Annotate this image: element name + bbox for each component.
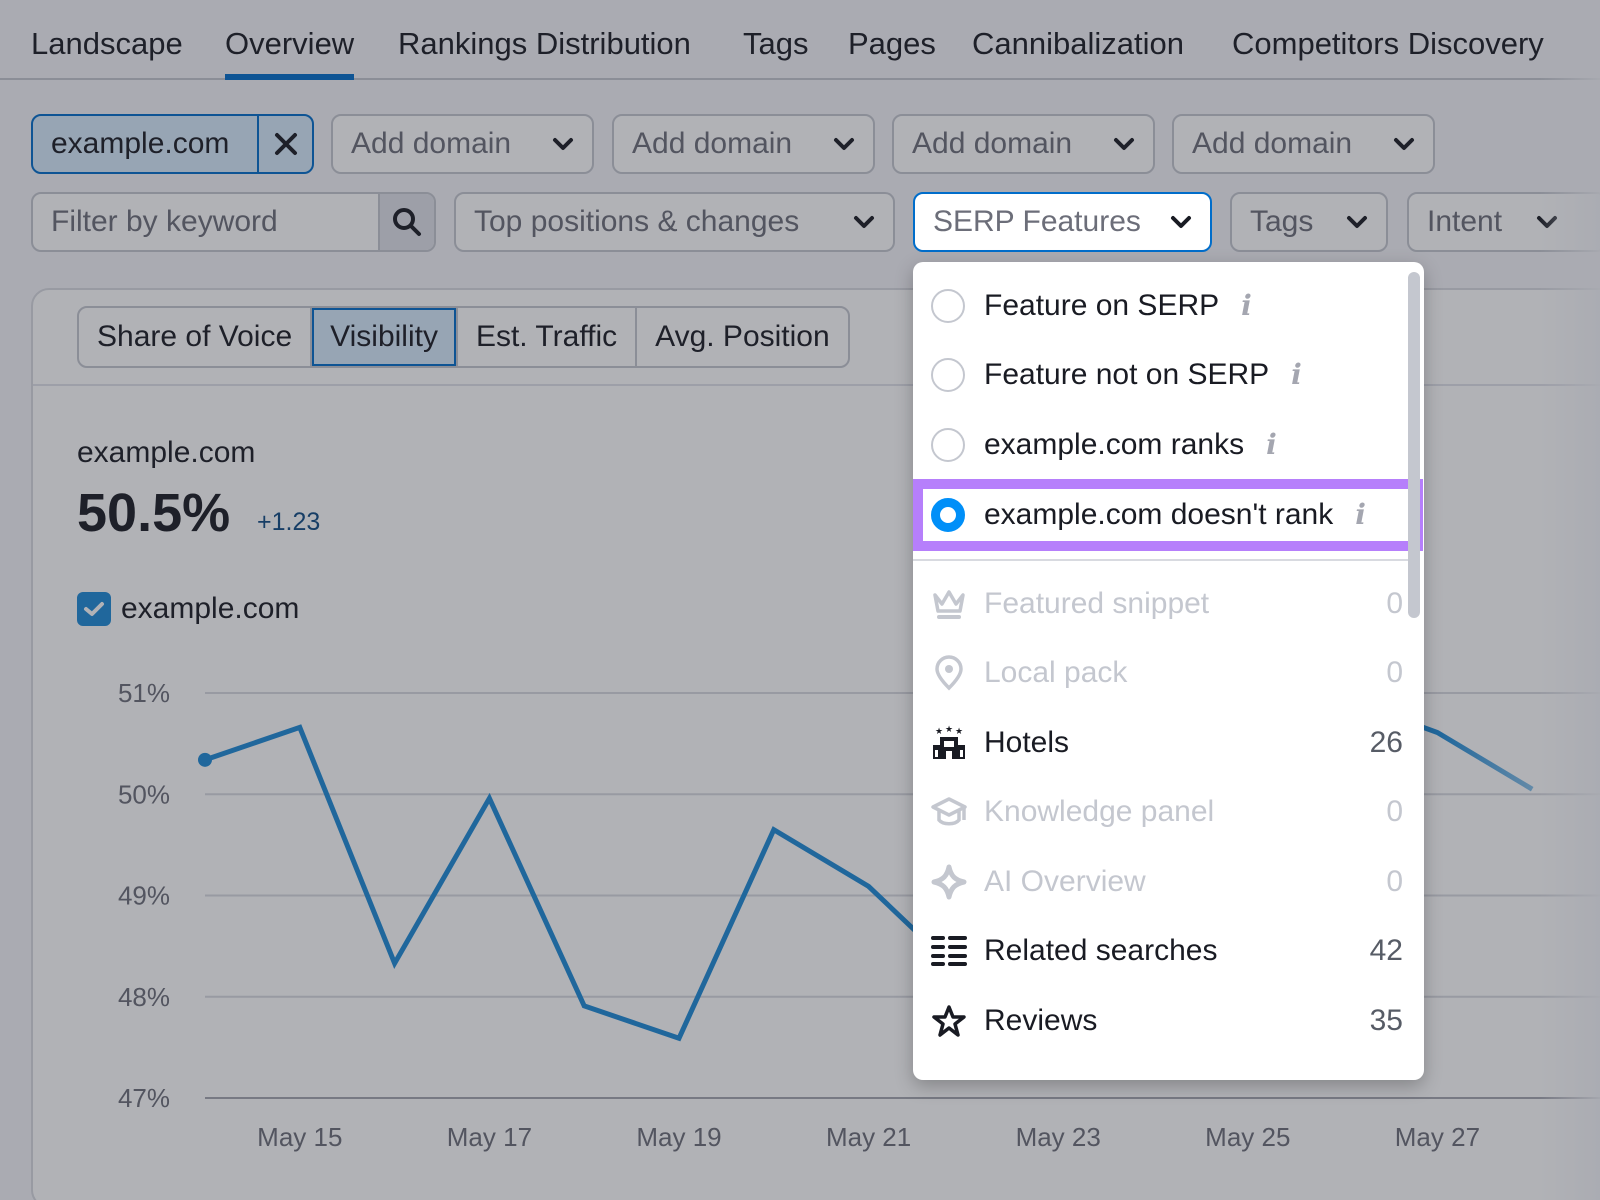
menu-divider [913,559,1410,561]
serp-features-menu: Feature on SERP i Feature not on SERP i ex… [913,262,1424,1080]
radio-feature-not-on-serp[interactable]: Feature not on SERP i [913,342,1413,408]
hotel-icon: ★ ★ ★ [931,725,967,761]
feature-label: Knowledge panel [984,795,1215,828]
radio-label: Feature not on SERP i [984,358,1302,391]
feature-label: Featured snippet [984,587,1210,620]
feature-related-searches[interactable]: Related searches 42 [913,918,1413,984]
radio-button[interactable] [931,289,965,323]
feature-count: 0 [1386,865,1403,898]
feature-knowledge-panel[interactable]: Knowledge panel 0 [913,779,1413,845]
radio-domain-ranks[interactable]: example.com ranks i [913,412,1413,478]
feature-count: 35 [1369,1004,1403,1037]
feature-ai-overview[interactable]: AI Overview 0 [913,849,1413,915]
feature-featured-snippet[interactable]: Featured snippet 0 [913,571,1413,637]
radio-label: example.com ranks i [984,428,1277,461]
feature-count: 0 [1386,587,1403,620]
radio-button[interactable] [931,428,965,462]
feature-local-pack[interactable]: Local pack 0 [913,640,1413,706]
info-icon[interactable]: i [1291,358,1302,391]
graduation-cap-icon [931,794,967,830]
radio-feature-on-serp[interactable]: Feature on SERP i [913,273,1413,339]
feature-label: Hotels [984,726,1070,759]
radio-label: example.com doesn't rank i [984,498,1366,531]
feature-count: 0 [1386,656,1403,689]
serp-features-label: SERP Features [933,205,1141,238]
feature-hotels[interactable]: ★ ★ ★ Hotels 26 [913,710,1413,776]
list-icon [931,933,967,969]
feature-reviews[interactable]: Reviews 35 [913,988,1413,1054]
info-icon[interactable]: i [1355,498,1366,531]
feature-label: AI Overview [984,865,1146,898]
svg-text:★: ★ [935,726,943,736]
feature-count: 26 [1369,726,1403,759]
menu-scrollbar[interactable] [1408,272,1420,618]
serp-features-dropdown[interactable]: SERP Features [913,192,1212,252]
radio-label: Feature on SERP i [984,289,1252,322]
svg-text:★: ★ [945,725,953,734]
star-icon [931,1003,967,1039]
info-icon[interactable]: i [1266,428,1277,461]
feature-count: 42 [1369,934,1403,967]
map-pin-icon [931,655,967,691]
feature-count: 0 [1386,795,1403,828]
info-icon[interactable]: i [1241,289,1252,322]
sparkle-icon [931,864,967,900]
feature-label: Reviews [984,1004,1098,1037]
chevron-down-icon [1170,215,1192,229]
feature-label: Local pack [984,656,1128,689]
radio-button-checked[interactable] [931,498,965,532]
feature-label: Related searches [984,934,1218,967]
radio-button[interactable] [931,358,965,392]
svg-text:★: ★ [955,726,963,736]
radio-domain-doesnt-rank[interactable]: example.com doesn't rank i [913,482,1413,548]
crown-icon [931,586,967,622]
app-root: Landscape Overview Rankings Distribution… [0,0,1600,1200]
